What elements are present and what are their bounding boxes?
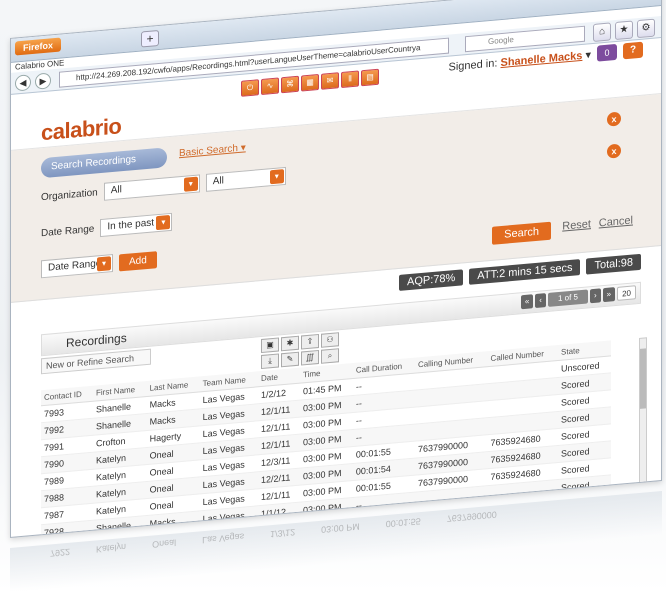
reflection-text: 03:00 PM	[321, 521, 360, 535]
last-page-icon[interactable]: »	[602, 287, 616, 303]
basic-search-link[interactable]: Basic Search ▾	[179, 142, 246, 159]
settings-icon[interactable]: ✱	[281, 335, 299, 352]
page-info: 1 of 5	[547, 289, 588, 307]
cancel-link[interactable]: Cancel	[599, 214, 633, 229]
remove-filter-icon[interactable]: x	[607, 143, 621, 159]
organization-label: Organization	[41, 186, 98, 203]
organization-select[interactable]: All ▾	[103, 174, 200, 201]
forward-icon[interactable]: ▶	[35, 72, 51, 90]
firefox-menu-button[interactable]: Firefox	[15, 37, 62, 56]
options-icon[interactable]: ⚙	[637, 18, 655, 39]
reset-link[interactable]: Reset	[562, 218, 591, 233]
user-name-link[interactable]: Shanelle Macks	[500, 50, 582, 69]
page-size-select[interactable]: 20	[617, 285, 636, 301]
scroll-thumb[interactable]	[640, 348, 646, 409]
add-button[interactable]: Add	[119, 250, 157, 271]
chevron-down-icon: ▾	[156, 214, 171, 231]
table-cell: Las Vegas	[199, 505, 259, 528]
att-badge: ATT:2 mins 15 secs	[469, 259, 581, 285]
total-badge: Total:98	[586, 253, 641, 275]
app-toolbar: ⏻ ∿ ⌘ ▦ ✉ ⫴ ▤	[241, 68, 379, 97]
back-icon[interactable]: ◀	[15, 74, 31, 92]
reflection-text: 7922	[50, 546, 71, 559]
help-button[interactable]: ?	[623, 41, 643, 60]
prev-page-icon[interactable]: ‹	[535, 293, 546, 309]
export-icon[interactable]: ⇪	[301, 333, 319, 350]
mail-icon[interactable]: ✉	[321, 72, 339, 90]
bars-icon[interactable]: ⫴	[341, 70, 359, 89]
organization-subselect[interactable]: All ▾	[205, 166, 286, 192]
table-cell: Shanelle	[93, 515, 147, 538]
table-cell: Scored	[558, 474, 611, 497]
power-icon[interactable]: ⏻	[241, 79, 259, 97]
reflection-text: 1/3/12	[270, 527, 296, 540]
tag-icon[interactable]: ⌕	[321, 348, 339, 364]
next-page-icon[interactable]: ›	[589, 288, 601, 304]
download-icon[interactable]: ⤓	[261, 353, 279, 370]
bookmarks-icon[interactable]: ★	[615, 20, 633, 41]
browser-window: Firefox + Calabrio ONE ◀ ▶ http://24.269…	[10, 0, 662, 538]
recording-actions: ▣ ✱ ⇪ ⚇ ⤓ ✎ ∭ ⌕	[261, 332, 339, 370]
reflection-text: Las Vegas	[202, 531, 245, 546]
signal-icon[interactable]: ⌘	[281, 75, 299, 94]
chevron-down-icon: ▾	[97, 256, 111, 272]
table-cell: 03:00 PM	[300, 497, 353, 520]
grid-icon[interactable]: ▦	[301, 73, 319, 92]
add-filter-select[interactable]: Date Range ▾	[41, 253, 113, 279]
first-page-icon[interactable]: «	[520, 294, 534, 310]
pager: « ‹ 1 of 5 › » 20	[520, 285, 636, 310]
chevron-down-icon: ▾	[183, 176, 198, 192]
reflection-text: 7637990000	[446, 509, 497, 524]
new-tab-button[interactable]: +	[141, 29, 159, 48]
reflection-text: Katelyn	[96, 541, 127, 555]
chevron-down-icon: ▾	[269, 169, 284, 185]
users-icon[interactable]: ⚇	[321, 332, 339, 348]
pulse-icon[interactable]: ∿	[261, 77, 279, 96]
table-cell: 7927	[41, 537, 94, 538]
home-icon[interactable]: ⌂	[593, 22, 611, 42]
signature-icon[interactable]: ∭	[301, 349, 319, 366]
notifications-badge[interactable]: 0	[597, 43, 617, 62]
table-cell: 1/1/12	[258, 502, 301, 523]
aqp-badge: AQP:78%	[398, 269, 464, 291]
save-icon[interactable]: ▣	[261, 337, 279, 354]
chart-icon[interactable]: ▤	[361, 68, 379, 87]
search-recordings-tab[interactable]: Search Recordings	[41, 147, 167, 179]
search-button[interactable]: Search	[492, 221, 551, 245]
edit-icon[interactable]: ✎	[281, 351, 299, 368]
reflection-text: Oneal	[152, 537, 177, 550]
reflection-text: 00:01:55	[385, 516, 421, 530]
date-range-label: Date Range	[41, 223, 95, 239]
close-icon[interactable]: x	[607, 111, 621, 127]
recordings-title: Recordings	[66, 330, 127, 351]
table-cell: Macks	[146, 510, 200, 533]
date-range-select[interactable]: In the past ye ▾	[100, 212, 173, 238]
